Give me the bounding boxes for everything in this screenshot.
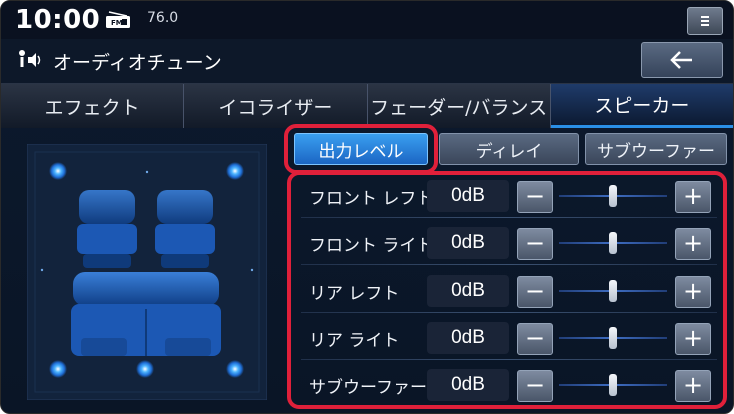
tab-equalizer[interactable]: イコライザー <box>184 84 368 128</box>
speaker-rear-right-icon <box>226 360 244 378</box>
subtab-label: ディレイ <box>475 141 543 162</box>
increase-button[interactable]: + <box>675 276 711 308</box>
tab-bar: エフェクト イコライザー フェーダー/バランス スピーカー <box>1 83 733 128</box>
row-value: 0dB <box>427 227 509 259</box>
increase-button[interactable]: + <box>675 323 711 355</box>
increase-button[interactable]: + <box>675 370 711 402</box>
clock: 10:00 <box>15 5 101 35</box>
level-slider[interactable] <box>559 229 667 257</box>
status-bar: 10:00 FM 76.0 <box>1 1 733 39</box>
fm-radio-icon: FM <box>106 11 130 28</box>
rear-seat <box>71 272 221 356</box>
subtab-subwoofer[interactable]: サブウーファー <box>585 133 727 165</box>
page-title: オーディオチューン <box>53 52 222 74</box>
level-row-subwoofer: サブウーファー 0dB − + <box>301 367 717 403</box>
car-speaker-diagram <box>27 144 267 400</box>
menu-button[interactable] <box>687 7 723 35</box>
highlight-outline <box>284 124 438 174</box>
level-slider[interactable] <box>559 277 667 305</box>
svg-text:FM: FM <box>111 19 123 27</box>
decrease-button[interactable]: − <box>517 228 553 260</box>
speaker-front-left-icon <box>49 162 67 180</box>
level-row-front-right: フロント ライト 0dB − + <box>301 225 717 265</box>
row-label: リア ライト <box>309 331 400 351</box>
level-slider[interactable] <box>559 371 667 399</box>
tab-label: エフェクト <box>44 96 140 119</box>
audio-tune-icon <box>19 50 41 67</box>
row-label: リア レフト <box>309 284 400 304</box>
row-value: 0dB <box>427 322 509 354</box>
row-label: サブウーファー <box>309 378 427 398</box>
decrease-button[interactable]: − <box>517 276 553 308</box>
tab-label: スピーカー <box>594 95 690 117</box>
level-row-rear-right: リア ライト 0dB − + <box>301 320 717 360</box>
subtab-delay[interactable]: ディレイ <box>439 133 579 165</box>
level-row-front-left: フロント レフト 0dB − + <box>301 178 717 218</box>
row-label: フロント レフト <box>309 189 434 209</box>
speaker-rear-left-icon <box>49 360 67 378</box>
tab-speaker[interactable]: スピーカー <box>550 84 733 128</box>
front-right-seat <box>155 190 215 268</box>
back-arrow-icon <box>670 51 692 69</box>
level-slider[interactable] <box>559 182 667 210</box>
level-slider[interactable] <box>559 324 667 352</box>
tab-fader-balance[interactable]: フェーダー/バランス <box>367 84 551 128</box>
decrease-button[interactable]: − <box>517 181 553 213</box>
speaker-front-right-icon <box>226 162 244 180</box>
tab-effect[interactable]: エフェクト <box>1 84 185 128</box>
radio-frequency: 76.0 <box>147 10 179 26</box>
tab-label: イコライザー <box>218 96 333 119</box>
decrease-button[interactable]: − <box>517 370 553 402</box>
tab-label: フェーダー/バランス <box>370 96 548 119</box>
increase-button[interactable]: + <box>675 181 711 213</box>
row-value: 0dB <box>427 180 509 212</box>
subtab-label: サブウーファー <box>597 141 715 162</box>
row-value: 0dB <box>427 275 509 307</box>
front-left-seat <box>77 190 137 268</box>
row-label: フロント ライト <box>309 236 434 256</box>
back-button[interactable] <box>641 42 723 78</box>
decrease-button[interactable]: − <box>517 323 553 355</box>
row-value: 0dB <box>427 369 509 401</box>
level-row-rear-left: リア レフト 0dB − + <box>301 273 717 313</box>
title-bar: オーディオチューン <box>1 39 733 83</box>
increase-button[interactable]: + <box>675 228 711 260</box>
app-window: 10:00 FM 76.0 オーディオチューン エフェクト イコライザー フェー… <box>0 0 734 414</box>
speaker-subwoofer-icon <box>136 360 154 378</box>
